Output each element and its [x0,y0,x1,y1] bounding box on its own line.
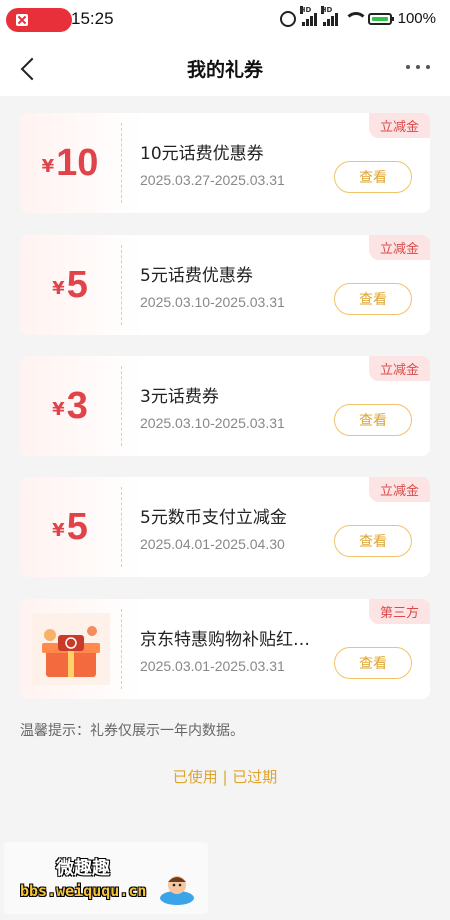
watermark-top: 微趣趣 [56,858,110,879]
coupon-name: 10元话费优惠券 [140,144,264,164]
coupon-dates: 2025.04.01-2025.04.30 [140,536,285,552]
coupon-amount: ¥ 5 [52,263,88,306]
coupon-card[interactable]: ¥ 5 5元话费优惠券 2025.03.10-2025.03.31 立减金 查看 [20,235,430,335]
view-button[interactable]: 查看 [334,404,412,436]
back-arrow-icon[interactable] [16,54,44,82]
coupon-dates: 2025.03.27-2025.03.31 [140,172,285,188]
view-button[interactable]: 查看 [334,161,412,193]
coupon-dates: 2025.03.10-2025.03.31 [140,415,285,431]
coupon-tag: 立减金 [368,356,430,381]
coupon-tag: 立减金 [368,235,430,260]
screen-record-pill[interactable] [6,8,72,32]
dashed-divider [121,366,122,446]
battery-percent: 100% [397,10,436,27]
status-icons: HD HD 100% [279,5,436,27]
wifi-icon [343,11,368,26]
coupon-tag: 立减金 [368,113,430,138]
coupon-card[interactable]: ¥ 5 5元数币支付立减金 2025.04.01-2025.04.30 立减金 … [20,477,430,577]
coupon-dates: 2025.03.10-2025.03.31 [140,294,285,310]
coupon-amount: ¥ 3 [52,384,88,427]
view-button[interactable]: 查看 [334,647,412,679]
dashed-divider [121,609,122,689]
status-bar: 15:25 HD HD 100% [0,0,450,40]
coupon-tag: 立减金 [368,477,430,502]
tip-text: 温馨提示：礼券仅展示一年内数据。 [20,723,244,739]
coupon-card[interactable]: 京东特惠购物补贴红… 2025.03.01-2025.03.31 第三方 查看 [20,599,430,699]
watermark-url: bbs.weiququ.cn [20,882,147,900]
coupon-card[interactable]: ¥ 10 10元话费优惠券 2025.03.27-2025.03.31 立减金 … [20,113,430,213]
mascot-icon [160,876,194,905]
dashed-divider [121,245,122,325]
expired-link[interactable]: 已过期 [232,766,277,787]
coupon-name: 3元话费券 [140,387,219,407]
coupon-name: 5元话费优惠券 [140,266,253,286]
used-link[interactable]: 已使用 [173,766,218,787]
coupon-amount: ¥ 5 [52,505,88,548]
coupon-dates: 2025.03.01-2025.03.31 [140,658,285,674]
coupon-tag: 第三方 [368,599,430,624]
nav-header: 我的礼券 [0,40,450,96]
page-title: 我的礼券 [186,58,263,81]
link-separator: | [217,768,233,786]
view-button[interactable]: 查看 [334,283,412,315]
dashed-divider [121,487,122,567]
footer-links: 已使用 | 已过期 [0,766,450,787]
more-options-icon[interactable] [406,65,430,69]
close-icon [16,14,28,26]
gift-box-icon [32,613,110,685]
view-button[interactable]: 查看 [334,525,412,557]
coupon-name: 京东特惠购物补贴红… [140,630,310,650]
alarm-icon [279,10,296,27]
signal-icon: HD [299,5,317,26]
coupon-card[interactable]: ¥ 3 3元话费券 2025.03.10-2025.03.31 立减金 查看 [20,356,430,456]
watermark: 微趣趣 bbs.weiququ.cn [4,842,208,914]
signal-icon-2: HD [320,5,338,26]
coupon-name: 5元数币支付立减金 [140,508,287,528]
status-time: 15:25 [71,9,114,28]
coupon-amount: ¥ 10 [41,141,99,184]
dashed-divider [121,123,122,203]
battery-icon [367,12,394,25]
